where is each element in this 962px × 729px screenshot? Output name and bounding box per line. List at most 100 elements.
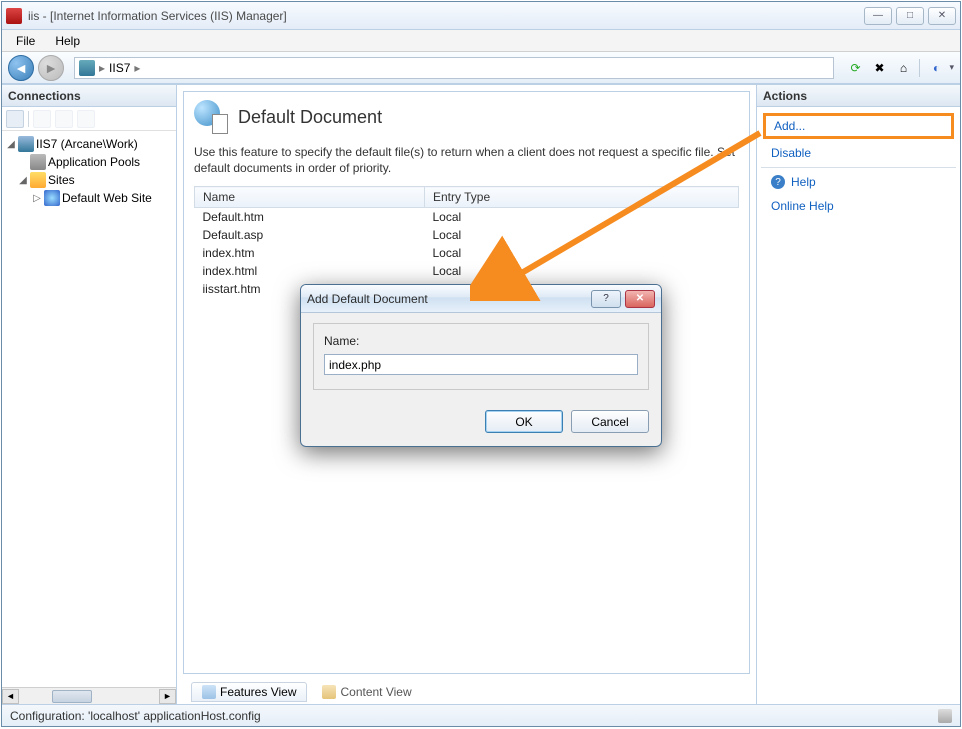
action-online-help[interactable]: Online Help (761, 194, 956, 218)
column-name[interactable]: Name (195, 187, 425, 208)
nav-back-button[interactable]: ◄ (8, 55, 34, 81)
dropdown-icon[interactable]: ▾ (949, 62, 954, 73)
feature-description: Use this feature to specify the default … (194, 144, 739, 176)
config-icon (938, 709, 952, 723)
close-window-button[interactable]: ✕ (928, 7, 956, 25)
cell-type: Local (425, 208, 739, 227)
tab-label: Features View (220, 685, 296, 699)
tab-features-view[interactable]: Features View (191, 682, 307, 702)
cell-type: Local (425, 262, 739, 280)
collapse-icon[interactable]: ◢ (6, 139, 16, 150)
chevron-right-icon: ▸ (99, 61, 105, 75)
table-row[interactable]: index.htmLocal (195, 244, 739, 262)
default-document-icon (194, 100, 228, 134)
toolbar-button[interactable] (33, 110, 51, 128)
tree-label: IIS7 (Arcane\Work) (36, 137, 138, 151)
scroll-right-icon[interactable]: ► (159, 689, 176, 704)
separator (919, 59, 920, 77)
connections-pane: Connections ◢ IIS7 (Arcane\Work) Applica… (2, 85, 177, 704)
table-row[interactable]: Default.aspLocal (195, 226, 739, 244)
table-row[interactable]: index.htmlLocal (195, 262, 739, 280)
menu-help[interactable]: Help (47, 32, 88, 50)
tree-label: Sites (48, 173, 75, 187)
dialog-title: Add Default Document (307, 292, 587, 306)
add-default-document-dialog: Add Default Document ? ✕ Name: OK Cancel (300, 284, 662, 447)
tree-default-site[interactable]: ▷ Default Web Site (4, 189, 174, 207)
stop-icon[interactable]: ✖ (868, 57, 890, 79)
titlebar: iis - [Internet Information Services (II… (2, 2, 960, 30)
action-label: Help (791, 175, 816, 189)
minimize-button[interactable]: — (864, 7, 892, 25)
tree-server-node[interactable]: ◢ IIS7 (Arcane\Work) (4, 135, 174, 153)
home-icon[interactable]: ⌂ (892, 57, 914, 79)
cell-name: Default.asp (195, 226, 425, 244)
tree-label: Default Web Site (62, 191, 152, 205)
status-text: Configuration: 'localhost' applicationHo… (10, 709, 261, 723)
cell-name: Default.htm (195, 208, 425, 227)
horizontal-scrollbar[interactable]: ◄ ► (2, 687, 176, 704)
dialog-button-row: OK Cancel (301, 400, 661, 435)
connections-toolbar (2, 107, 176, 131)
cell-type: Local (425, 244, 739, 262)
menu-file[interactable]: File (8, 32, 43, 50)
name-input[interactable] (324, 354, 638, 375)
expand-icon[interactable]: ▷ (32, 193, 42, 204)
dialog-body: Name: (301, 313, 661, 400)
action-add[interactable]: Add... (763, 113, 954, 139)
tree-label: Application Pools (48, 155, 140, 169)
feature-title: Default Document (238, 107, 382, 128)
features-view-icon (202, 685, 216, 699)
refresh-icon[interactable]: ⟳ (844, 57, 866, 79)
globe-icon (44, 190, 60, 206)
dialog-close-button[interactable]: ✕ (625, 290, 655, 308)
toolbar-button[interactable] (55, 110, 73, 128)
scroll-left-icon[interactable]: ◄ (2, 689, 19, 704)
dialog-help-button[interactable]: ? (591, 290, 621, 308)
statusbar: Configuration: 'localhost' applicationHo… (2, 704, 960, 726)
collapse-icon[interactable]: ◢ (18, 175, 28, 186)
separator (28, 111, 29, 127)
column-entry-type[interactable]: Entry Type (425, 187, 739, 208)
tree-sites[interactable]: ◢ Sites (4, 171, 174, 189)
ok-button[interactable]: OK (485, 410, 563, 433)
name-label: Name: (324, 334, 638, 348)
action-help[interactable]: ? Help (761, 170, 956, 194)
action-label: Add... (774, 119, 805, 133)
action-disable[interactable]: Disable (761, 141, 956, 165)
scroll-thumb[interactable] (52, 690, 92, 703)
action-label: Disable (771, 146, 811, 160)
divider (761, 167, 956, 168)
feature-header: Default Document (194, 100, 739, 134)
actions-pane: Actions Add... Disable ? Help Online Hel… (756, 85, 960, 704)
cell-type: Local (425, 226, 739, 244)
server-icon (79, 60, 95, 76)
table-row[interactable]: Default.htmLocal (195, 208, 739, 227)
tab-label: Content View (340, 685, 411, 699)
nav-forward-button[interactable]: ► (38, 55, 64, 81)
nav-toolbar: ◄ ► ▸ IIS7 ▸ ⟳ ✖ ⌂ ◐ ▾ (2, 52, 960, 84)
help-icon: ? (771, 175, 785, 189)
actions-list: Add... Disable ? Help Online Help (757, 107, 960, 222)
nav-right-icons: ⟳ ✖ ⌂ ◐ ▾ (844, 57, 954, 79)
help-icon[interactable]: ◐ (925, 57, 947, 79)
toolbar-button[interactable] (77, 110, 95, 128)
app-pools-icon (30, 154, 46, 170)
documents-table: Name Entry Type Default.htmLocal Default… (194, 186, 739, 298)
view-tabs: Features View Content View (183, 680, 750, 704)
tree-app-pools[interactable]: Application Pools (4, 153, 174, 171)
server-icon (18, 136, 34, 152)
actions-header: Actions (757, 85, 960, 107)
tab-content-view[interactable]: Content View (311, 682, 422, 702)
toolbar-button[interactable] (6, 110, 24, 128)
breadcrumb-node: IIS7 (109, 61, 130, 75)
folder-icon (30, 172, 46, 188)
chevron-right-icon: ▸ (134, 61, 140, 75)
dialog-group: Name: (313, 323, 649, 390)
maximize-button[interactable]: □ (896, 7, 924, 25)
connections-header: Connections (2, 85, 176, 107)
breadcrumb[interactable]: ▸ IIS7 ▸ (74, 57, 834, 79)
cell-name: index.htm (195, 244, 425, 262)
action-label: Online Help (771, 199, 834, 213)
cancel-button[interactable]: Cancel (571, 410, 649, 433)
window-title: iis - [Internet Information Services (II… (28, 9, 860, 23)
